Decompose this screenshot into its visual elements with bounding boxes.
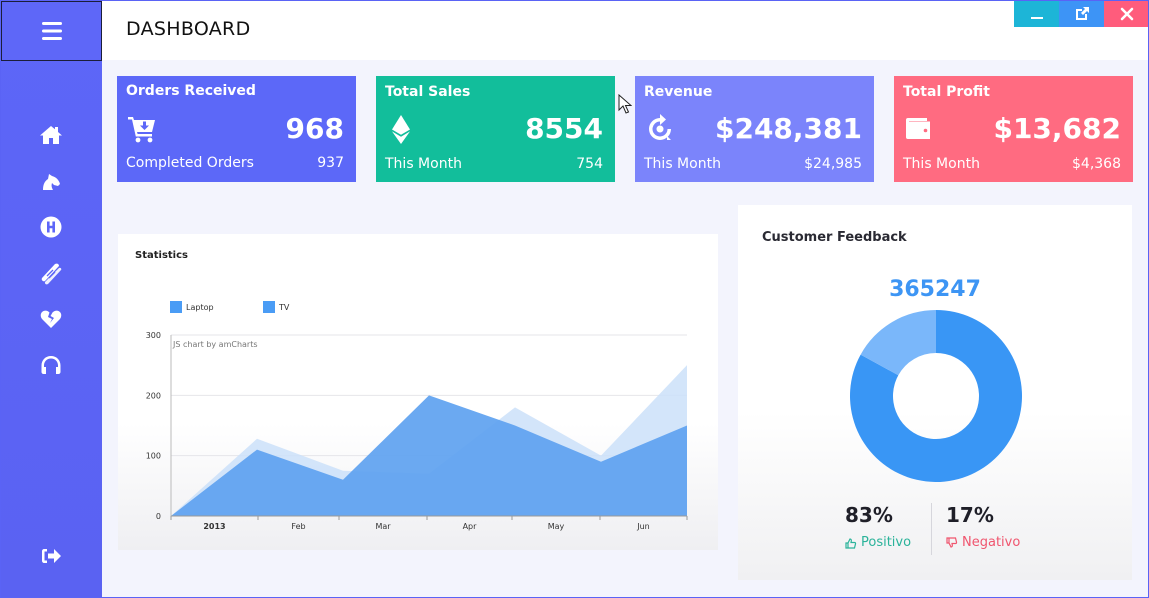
sidebar xyxy=(0,0,102,598)
y-tick-label: 0 xyxy=(156,512,161,521)
sidebar-item-hospital[interactable] xyxy=(37,213,65,241)
thumb-up-outline-icon xyxy=(845,537,857,549)
x-tick-label: Jun xyxy=(636,522,650,531)
y-tick-label: 300 xyxy=(146,331,161,340)
card-value: $13,682 xyxy=(993,112,1121,145)
card-sub-value: 754 xyxy=(576,156,603,172)
logout-button[interactable] xyxy=(37,542,65,570)
hotdog-icon xyxy=(41,263,62,285)
ethereum-icon xyxy=(386,114,416,144)
x-tick-label: Feb xyxy=(291,522,305,531)
card-value: 8554 xyxy=(525,112,603,145)
close-icon xyxy=(1120,7,1133,20)
cart-arrow-down-icon xyxy=(127,114,157,144)
positive-stat: 83% Positivo xyxy=(845,503,911,550)
refresh-target-icon xyxy=(645,114,675,144)
negative-label: Negativo xyxy=(962,535,1021,550)
card-value: $248,381 xyxy=(714,112,862,145)
chart-credit: JS chart by amCharts xyxy=(172,340,258,349)
stat-card-orders[interactable]: Orders Received 968 Completed Orders 937 xyxy=(117,76,356,182)
header: DASHBOARD xyxy=(102,0,1149,60)
menu-toggle-button[interactable] xyxy=(1,1,102,61)
wallet-icon xyxy=(904,114,934,144)
positive-label: Positivo xyxy=(861,535,912,550)
minimize-icon xyxy=(1030,16,1043,19)
page-title: DASHBOARD xyxy=(126,18,251,40)
sidebar-item-home[interactable] xyxy=(37,121,65,149)
card-sub-label: This Month xyxy=(903,156,980,172)
feedback-divider xyxy=(931,503,932,555)
card-sub-label: This Month xyxy=(385,156,462,172)
card-sub-value: $24,985 xyxy=(804,156,862,172)
negative-percent: 17% xyxy=(946,503,994,527)
card-sub-value: 937 xyxy=(317,155,344,171)
headphones-icon xyxy=(41,356,61,374)
stat-card-profit[interactable]: Total Profit $13,682 This Month $4,368 xyxy=(894,76,1133,182)
hamburger-icon xyxy=(41,22,62,40)
card-sub-label: Completed Orders xyxy=(126,155,254,171)
sidebar-item-horse[interactable] xyxy=(37,167,65,195)
thumb-down-outline-icon xyxy=(946,536,958,548)
card-sub-label: This Month xyxy=(644,156,721,172)
donut-chart xyxy=(850,310,1022,482)
sidebar-item-heart[interactable] xyxy=(37,305,65,333)
x-tick-label: Apr xyxy=(463,522,478,531)
stat-card-revenue[interactable]: Revenue $248,381 This Month $24,985 xyxy=(635,76,874,182)
home-icon xyxy=(40,126,62,144)
card-sub-value: $4,368 xyxy=(1072,156,1121,172)
area-chart: 0 100 200 300 JS chart by amCharts 2013 Feb Mar… xyxy=(146,331,688,531)
card-title: Orders Received xyxy=(126,83,256,99)
x-tick-label: 2013 xyxy=(203,522,225,531)
minimize-button[interactable] xyxy=(1014,0,1059,27)
horse-head-icon xyxy=(43,174,60,190)
x-tick-label: May xyxy=(548,522,565,531)
feedback-total: 365247 xyxy=(889,277,981,302)
y-tick-label: 200 xyxy=(146,391,161,400)
card-title: Total Sales xyxy=(385,84,471,100)
close-button[interactable] xyxy=(1104,0,1149,27)
popout-button[interactable] xyxy=(1059,0,1104,27)
heart-broken-icon xyxy=(40,310,62,328)
customer-feedback-panel: Customer Feedback 365247 83% Positivo 17… xyxy=(738,205,1132,580)
card-title: Revenue xyxy=(644,84,713,100)
window-controls xyxy=(1014,0,1149,27)
statistics-panel: Statistics Laptop TV 0 100 200 300 JS chart … xyxy=(118,234,718,550)
negative-stat: 17% Negativo xyxy=(946,503,1020,550)
sign-out-icon xyxy=(42,549,61,563)
mouse-cursor-icon xyxy=(618,94,632,114)
y-tick-label: 100 xyxy=(146,452,161,461)
card-value: 968 xyxy=(285,112,344,145)
hospital-h-icon xyxy=(40,216,62,238)
feedback-title: Customer Feedback xyxy=(762,230,907,245)
external-link-icon xyxy=(1075,6,1089,20)
sidebar-item-hotdog[interactable] xyxy=(37,259,65,287)
sidebar-item-support[interactable] xyxy=(37,351,65,379)
card-title: Total Profit xyxy=(903,84,990,100)
positive-percent: 83% xyxy=(845,503,893,527)
x-tick-label: Mar xyxy=(375,522,391,531)
stat-card-sales[interactable]: Total Sales 8554 This Month 754 xyxy=(376,76,615,182)
